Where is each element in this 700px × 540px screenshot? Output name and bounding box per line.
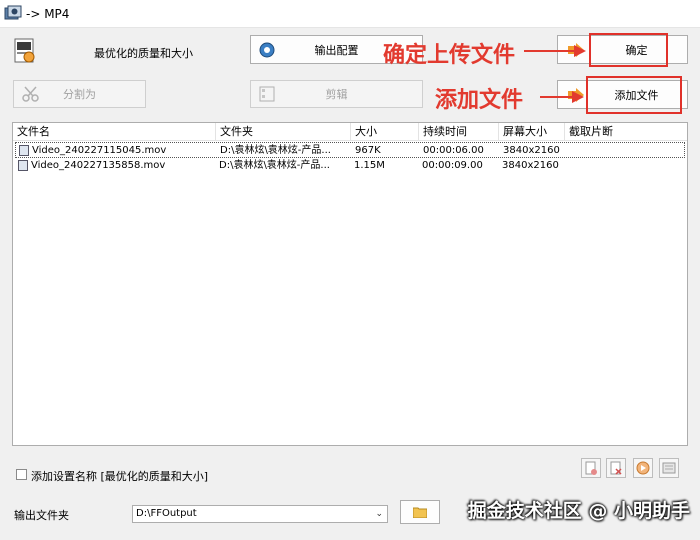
film-edit-icon (259, 86, 275, 102)
column-header-screen-size[interactable]: 屏幕大小 (499, 123, 565, 141)
cell-folder: D:\袁林炫\袁林炫-产品... (219, 160, 330, 171)
settings-name-label: 添加设置名称 [最优化的质量和大小] (31, 470, 209, 483)
output-config-label: 输出配置 (314, 43, 359, 57)
remove-file-button[interactable] (581, 458, 601, 478)
play-icon (636, 461, 650, 475)
output-folder-label: 输出文件夹 (14, 509, 69, 522)
cell-folder: D:\袁林炫\袁林炫-产品... (220, 145, 331, 156)
column-header-folder[interactable]: 文件夹 (216, 123, 351, 141)
file-list-table[interactable]: 文件名 文件夹 大小 持续时间 屏幕大小 截取片断 Video_24022711… (12, 122, 688, 446)
settings-name-checkbox[interactable] (16, 469, 27, 480)
table-row[interactable]: Video_240227115045.mov D:\袁林炫\袁林炫-产品... … (15, 142, 685, 158)
cell-clip (569, 143, 679, 158)
split-button[interactable]: 分割为 (13, 80, 146, 108)
column-header-clip[interactable]: 截取片断 (565, 123, 687, 141)
preset-label: 最优化的质量和大小 (94, 47, 193, 60)
cell-filename: Video_240227135858.mov (31, 160, 166, 171)
cell-duration: 00:00:06.00 (423, 145, 484, 156)
cell-size: 967K (355, 145, 381, 156)
output-folder-value: D:\FFOutput (136, 508, 197, 519)
annotation-add-file: 添加文件 (435, 88, 524, 113)
play-button[interactable] (633, 458, 653, 478)
folder-icon (413, 507, 427, 518)
video-file-icon (19, 145, 29, 156)
edit-label: 剪辑 (325, 88, 348, 101)
annotation-arrow-2 (540, 96, 574, 98)
table-row[interactable]: Video_240227135858.mov D:\袁林炫\袁林炫-产品... … (15, 158, 685, 174)
cell-duration: 00:00:09.00 (422, 160, 483, 171)
cell-screen-size: 3840x2160 (503, 145, 560, 156)
ok-highlight-box (589, 33, 668, 67)
column-header-duration[interactable]: 持续时间 (419, 123, 499, 141)
watermark-text: 掘金技术社区 @ 小明助手 (467, 500, 690, 522)
settings-gear-icon (259, 42, 275, 58)
browse-folder-button[interactable] (400, 500, 440, 524)
output-folder-select[interactable]: D:\FFOutput ⌄ (132, 505, 388, 523)
annotation-arrow-1 (524, 50, 576, 52)
cell-filename: Video_240227115045.mov (32, 145, 167, 156)
page-remove-icon (585, 461, 597, 475)
app-icon (4, 5, 22, 20)
video-file-icon (18, 160, 28, 171)
title-bar: -> MP4 (0, 0, 700, 28)
add-file-highlight-box (586, 76, 682, 114)
annotation-arrowhead-1 (574, 45, 586, 57)
window-title: -> MP4 (26, 7, 70, 21)
column-header-filename[interactable]: 文件名 (13, 123, 216, 141)
media-info-button[interactable] (659, 458, 679, 478)
clear-list-button[interactable] (606, 458, 626, 478)
split-label: 分割为 (63, 88, 96, 101)
edit-button[interactable]: 剪辑 (250, 80, 423, 108)
column-header-size[interactable]: 大小 (351, 123, 419, 141)
media-info-icon (662, 462, 676, 474)
cell-size: 1.15M (354, 160, 385, 171)
table-header: 文件名 文件夹 大小 持续时间 屏幕大小 截取片断 (13, 123, 687, 141)
scissors-icon (22, 86, 39, 102)
cell-screen-size: 3840x2160 (502, 160, 559, 171)
page-clear-icon (610, 461, 622, 475)
annotation-confirm-upload: 确定上传文件 (383, 43, 516, 68)
chevron-down-icon: ⌄ (375, 509, 383, 519)
cell-clip (568, 158, 678, 173)
annotation-arrowhead-2 (572, 91, 584, 103)
preset-format-icon (14, 38, 35, 63)
